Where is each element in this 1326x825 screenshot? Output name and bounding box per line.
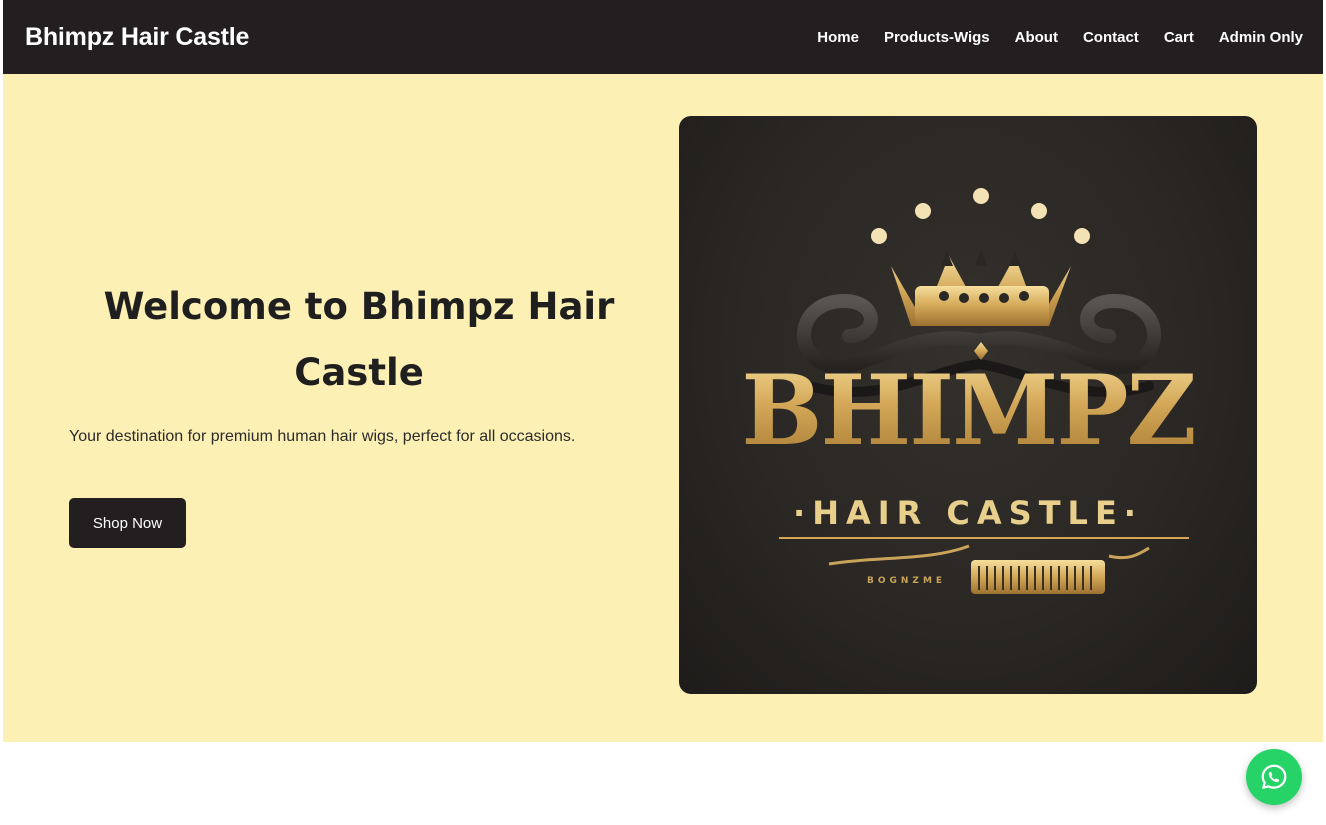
- hero-subtitle: Your destination for premium human hair …: [69, 428, 576, 445]
- nav-link-admin-only[interactable]: Admin Only: [1219, 29, 1303, 46]
- nav-link-contact[interactable]: Contact: [1083, 29, 1139, 46]
- nav-links: Home Products-Wigs About Contact Cart Ad…: [792, 29, 1303, 46]
- whatsapp-button[interactable]: [1246, 749, 1302, 805]
- page: Bhimpz Hair Castle Home Products-Wigs Ab…: [0, 0, 1326, 825]
- whatsapp-icon: [1261, 764, 1287, 789]
- brand-logo-image: BHIMPZ ·HAIR CASTLE· BOGNZME: [679, 116, 1257, 694]
- nav-link-products-wigs[interactable]: Products-Wigs: [884, 29, 990, 46]
- logo-small-text: BOGNZME: [867, 576, 947, 586]
- navbar: Bhimpz Hair Castle Home Products-Wigs Ab…: [3, 0, 1323, 74]
- logo-tagline: ·HAIR CASTLE·: [793, 494, 1143, 532]
- nav-link-home[interactable]: Home: [817, 29, 859, 46]
- nav-link-about[interactable]: About: [1015, 29, 1058, 46]
- logo-wordmark: BHIMPZ: [679, 354, 1257, 467]
- nav-link-cart[interactable]: Cart: [1164, 29, 1194, 46]
- comb-icon: [971, 560, 1105, 594]
- hero-title: Welcome to Bhimpz Hair Castle: [103, 285, 615, 394]
- hero-section: Welcome to Bhimpz Hair Castle Your desti…: [3, 74, 1323, 742]
- shop-now-button[interactable]: Shop Now: [69, 498, 186, 548]
- crown-icon: [871, 188, 1090, 326]
- brand-link[interactable]: Bhimpz Hair Castle: [25, 23, 249, 52]
